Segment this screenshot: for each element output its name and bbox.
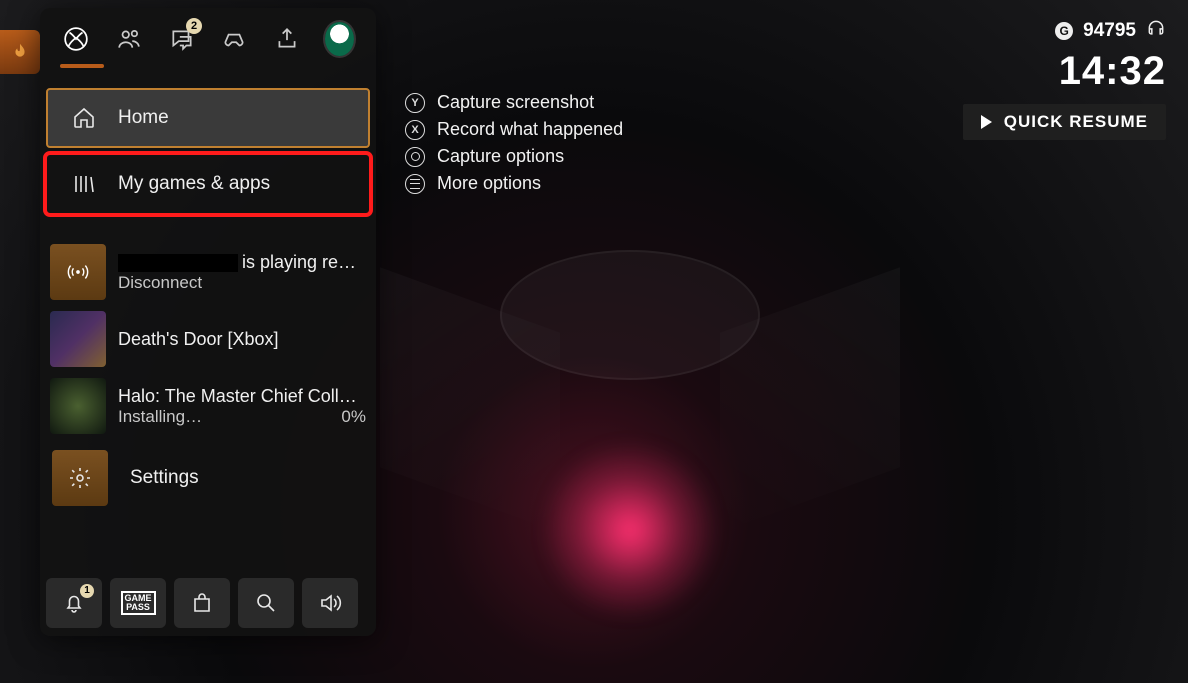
ctx-label: Capture options [437,146,564,167]
active-tab-underline [60,64,104,68]
home-icon [72,106,96,130]
tab-controller[interactable] [220,22,249,56]
menu-my-games-label: My games & apps [118,173,270,195]
ctx-capture-options[interactable]: Capture options [405,146,623,167]
ctx-capture-screenshot[interactable]: Y Capture screenshot [405,92,623,113]
settings-thumb [52,450,108,506]
volume-icon [318,591,342,615]
audio-button[interactable] [302,578,358,628]
library-icon [72,172,96,196]
gamerscore-icon: G [1055,22,1073,40]
tab-messages[interactable]: 2 [167,22,196,56]
game-thumb [50,311,106,367]
quick-resume-button[interactable]: QUICK RESUME [963,104,1166,140]
headset-icon [1146,18,1166,43]
x-button-icon: X [405,120,425,140]
remote-play-thumb [50,244,106,300]
ctx-more-options[interactable]: More options [405,173,623,194]
game-title: Halo: The Master Chief Collection [118,386,366,407]
notifications-button[interactable]: 1 [46,578,102,628]
store-button[interactable] [174,578,230,628]
ctx-record[interactable]: X Record what happened [405,119,623,140]
notifications-badge: 1 [80,584,94,598]
hud: G 94795 14:32 QUICK RESUME [963,18,1166,140]
remote-play-action: Disconnect [118,273,366,293]
flame-icon [9,41,31,63]
tab-share[interactable] [273,22,302,56]
censored-username [118,254,238,272]
tab-xbox[interactable] [62,22,91,56]
capture-context-menu: Y Capture screenshot X Record what happe… [405,92,623,194]
game-thumb [50,378,106,434]
xbox-logo-icon [63,26,89,52]
achievement-flame-badge [0,30,40,74]
guide-top-tabs: 2 [46,8,370,66]
ctx-label: More options [437,173,541,194]
y-button-icon: Y [405,93,425,113]
menu-my-games-apps[interactable]: My games & apps [46,154,370,214]
guide-bottom-bar: 1 GAME PASS [46,578,370,628]
xbox-guide-panel: 2 Home My games & apps is playing rem… D [40,8,376,636]
search-button[interactable] [238,578,294,628]
tab-people[interactable] [115,22,144,56]
gamepass-icon: GAME PASS [121,591,156,615]
game-card-deaths-door[interactable]: Death's Door [Xbox] [46,307,370,371]
ctx-label: Capture screenshot [437,92,594,113]
people-icon [116,26,142,52]
profile-avatar[interactable] [325,22,354,56]
recent-activity-list: is playing rem… Disconnect Death's Door … [46,240,370,438]
clock: 14:32 [1059,49,1166,94]
ctx-label: Record what happened [437,119,623,140]
menu-button-icon [405,174,425,194]
broadcast-icon [67,261,89,283]
install-status: Installing… [118,407,202,427]
gamerscore-value: 94795 [1083,20,1136,42]
remote-play-card[interactable]: is playing rem… Disconnect [46,240,370,304]
view-button-icon [405,147,425,167]
gamepass-button[interactable]: GAME PASS [110,578,166,628]
controller-icon [221,26,247,52]
messages-badge: 2 [186,18,202,34]
menu-home-label: Home [118,107,169,129]
play-icon [981,115,992,129]
guide-main-menu: Home My games & apps [46,88,370,214]
game-card-halo-mcc[interactable]: Halo: The Master Chief Collection Instal… [46,374,370,438]
share-icon [274,26,300,52]
shopping-bag-icon [190,591,214,615]
search-icon [254,591,278,615]
menu-settings[interactable]: Settings [46,450,370,506]
menu-home[interactable]: Home [46,88,370,148]
quick-resume-label: QUICK RESUME [1004,112,1148,132]
game-title: Death's Door [Xbox] [118,329,366,350]
remote-play-title: is playing rem… [118,252,366,273]
settings-label: Settings [130,467,199,489]
install-progress: 0% [341,407,366,427]
gear-icon [68,466,92,490]
